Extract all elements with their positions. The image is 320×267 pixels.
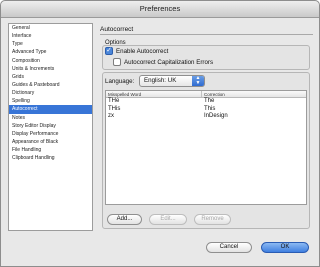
column-header-misspelled[interactable]: Misspelled Word — [106, 91, 202, 97]
enable-autocorrect-label: Enable Autocorrect — [116, 47, 169, 55]
correction-cell: The — [204, 98, 215, 104]
misspelled-cell: THis — [108, 105, 121, 112]
edit-button[interactable]: Edit... — [149, 214, 187, 225]
misspelled-cell: THe — [108, 98, 120, 104]
enable-autocorrect-checkbox[interactable]: ✓ — [105, 47, 113, 55]
table-row[interactable]: THe The — [106, 98, 306, 106]
autocorrect-capitalization-checkbox[interactable] — [113, 58, 121, 66]
autocorrect-table[interactable]: Misspelled Word Correction THe The THis … — [105, 90, 307, 205]
title-separator — [100, 34, 313, 35]
cancel-button[interactable]: Cancel — [206, 242, 252, 253]
select-arrows-icon: ▲ ▼ — [192, 76, 204, 86]
panel-title: Autocorrect — [100, 26, 134, 33]
category-item[interactable]: Interface — [9, 32, 92, 40]
table-row[interactable]: THis This — [106, 106, 306, 114]
add-button[interactable]: Add... — [107, 214, 142, 225]
category-item[interactable]: Clipboard Handling — [9, 154, 92, 162]
category-item[interactable]: File Handling — [9, 146, 92, 154]
language-select[interactable]: English: UK ▲ ▼ — [139, 75, 205, 87]
category-item[interactable]: Composition — [9, 57, 92, 65]
category-item[interactable]: Dictionary — [9, 89, 92, 97]
correction-cell: InDesign — [204, 113, 228, 119]
table-header: Misspelled Word Correction — [106, 91, 306, 98]
category-item[interactable]: General — [9, 24, 92, 32]
category-item[interactable]: Grids — [9, 73, 92, 81]
correction-cell: This — [204, 105, 216, 112]
category-item[interactable]: Notes — [9, 114, 92, 122]
preferences-window: Preferences General Interface Type Advanced… — [0, 0, 320, 267]
enable-autocorrect-row[interactable]: ✓ Enable Autocorrect — [105, 47, 168, 55]
category-item[interactable]: Story Editor Display — [9, 122, 92, 130]
category-item[interactable]: Guides & Pasteboard — [9, 81, 92, 89]
category-item[interactable]: Display Performance — [9, 130, 92, 138]
remove-button[interactable]: Remove — [194, 214, 231, 225]
table-row[interactable]: zx InDesign — [106, 113, 306, 121]
misspelled-cell: zx — [108, 113, 114, 119]
window-title: Preferences — [139, 4, 181, 13]
autocorrect-capitalization-label: Autocorrect Capitalization Errors — [124, 58, 214, 66]
language-value: English: UK — [144, 77, 177, 84]
title-bar: Preferences — [1, 1, 319, 18]
category-item[interactable]: Type — [9, 40, 92, 48]
language-label: Language: — [105, 78, 135, 85]
category-list[interactable]: General Interface Type Advanced Type Composi… — [8, 23, 93, 231]
category-item[interactable]: Advanced Type — [9, 48, 92, 56]
ok-button[interactable]: OK — [261, 242, 309, 253]
column-header-correction[interactable]: Correction — [202, 91, 306, 97]
category-item[interactable]: Autocorrect — [9, 105, 92, 114]
autocorrect-capitalization-row[interactable]: Autocorrect Capitalization Errors — [113, 58, 213, 66]
category-item[interactable]: Units & Increments — [9, 65, 92, 73]
category-item[interactable]: Spelling — [9, 97, 92, 105]
category-item[interactable]: Appearance of Black — [9, 138, 92, 146]
